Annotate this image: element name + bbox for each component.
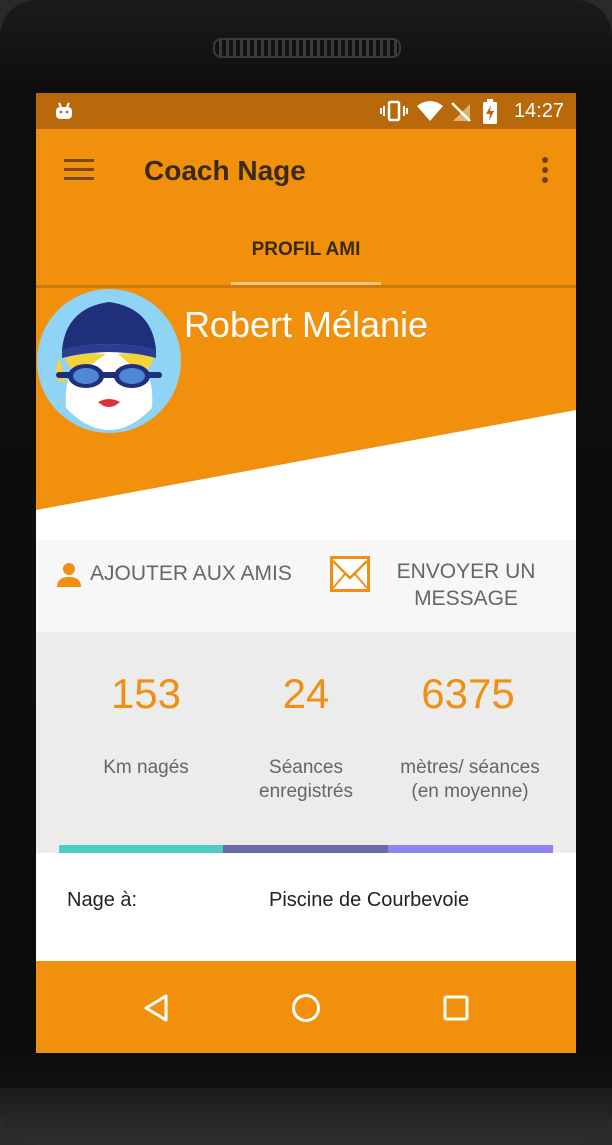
battery-charging-icon <box>483 99 497 124</box>
app-title: Coach Nage <box>144 155 306 186</box>
stat-value: 24 <box>282 670 330 717</box>
app-bar: Coach Nage PROFIL AMI <box>36 129 576 285</box>
stat-label: Séances enregistrés <box>259 757 353 802</box>
stat-sessions: 24 Séances enregistrés <box>223 632 389 804</box>
vibrate-icon <box>380 100 408 122</box>
add-friend-button[interactable]: AJOUTER AUX AMIS <box>56 558 292 590</box>
send-message-button[interactable]: ENVOYER UN MESSAGE <box>384 558 548 612</box>
stat-bar-average <box>388 845 553 853</box>
action-row: AJOUTER AUX AMIS ENVOYER UN MESSAGE <box>36 540 576 632</box>
phone-frame: 14:27 Coach Nage PROFIL AMI Robert Mélan… <box>0 0 612 1145</box>
wifi-icon <box>417 101 443 121</box>
tab-label: PROFIL AMI <box>251 239 361 260</box>
pool-label: Nage à: <box>67 889 138 911</box>
pool-info: Nage à: Piscine de Courbevoie <box>36 853 576 961</box>
home-icon[interactable] <box>289 991 323 1025</box>
earpiece-speaker <box>213 38 401 58</box>
recents-icon[interactable] <box>439 991 473 1025</box>
phone-bottom-bezel <box>0 1088 612 1145</box>
swimmer-avatar <box>37 289 181 433</box>
add-friend-label: AJOUTER AUX AMIS <box>90 562 292 585</box>
status-bar: 14:27 <box>36 93 576 129</box>
person-icon <box>57 563 81 587</box>
tab-profil-ami[interactable]: PROFIL AMI <box>231 225 381 285</box>
stat-value: 153 <box>110 670 182 717</box>
status-time: 14:27 <box>513 100 564 122</box>
envelope-icon[interactable] <box>330 556 370 592</box>
pool-value: Piscine de Courbevoie <box>269 889 470 911</box>
back-icon[interactable] <box>140 991 174 1025</box>
android-debug-icon <box>56 102 72 119</box>
stats-panel: 153 Km nagés 24 Séances enregistrés 6375… <box>36 632 576 853</box>
stat-label: Km nagés <box>103 757 189 778</box>
no-signal-icon <box>451 102 471 122</box>
stat-bar-km <box>59 845 223 853</box>
stat-average: 6375 mètres/ séances (en moyenne) <box>385 632 551 804</box>
stat-bar-sessions <box>223 845 388 853</box>
stat-value: 6375 <box>421 670 515 717</box>
screen: 14:27 Coach Nage PROFIL AMI Robert Mélan… <box>36 93 576 1053</box>
stat-label: mètres/ séances (en moyenne) <box>400 757 540 802</box>
navigation-bar <box>36 961 576 1053</box>
stat-km: 153 Km nagés <box>63 632 229 780</box>
menu-icon[interactable] <box>64 159 94 181</box>
profile-banner: Robert Mélanie <box>36 288 576 540</box>
more-options-icon[interactable] <box>538 157 552 185</box>
